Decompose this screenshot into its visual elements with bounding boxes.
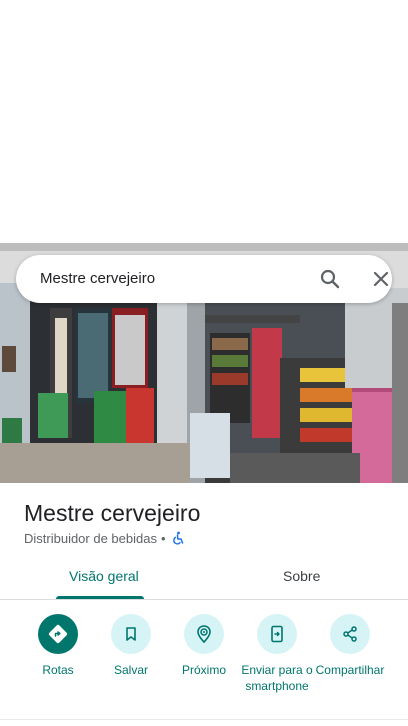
send-to-phone-button[interactable]: Enviar para o smartphone (237, 612, 317, 694)
directions-button[interactable]: Rotas (18, 612, 98, 678)
tab-overview[interactable]: Visão geral (69, 568, 139, 584)
place-category-row: Distribuidor de bebidas • (24, 529, 185, 547)
search-icon[interactable] (318, 267, 342, 291)
separator-dot: • (160, 530, 166, 546)
divider (0, 719, 408, 720)
directions-label: Rotas (42, 663, 74, 677)
save-button[interactable]: Salvar (91, 612, 171, 678)
nearby-icon (184, 614, 224, 654)
search-input[interactable]: Mestre cervejeiro (40, 270, 155, 287)
bookmark-icon (111, 614, 151, 654)
place-title: Mestre cervejeiro (24, 500, 201, 526)
nearby-button[interactable]: Próximo (164, 612, 244, 678)
send-to-phone-label: Enviar para o smartphone (241, 663, 313, 693)
save-label: Salvar (113, 663, 148, 677)
wheelchair-accessible-icon (171, 531, 185, 545)
place-category: Distribuidor de bebidas (24, 530, 157, 546)
tab-about[interactable]: Sobre (283, 568, 320, 584)
close-icon[interactable] (369, 267, 393, 291)
map-area-blank (0, 0, 408, 243)
tab-bar: Visão geral Sobre (0, 560, 408, 600)
search-bar[interactable]: Mestre cervejeiro (16, 255, 392, 303)
nearby-label: Próximo (181, 663, 226, 677)
share-label: Compartilhar (315, 663, 385, 677)
share-icon (330, 614, 370, 654)
send-to-phone-icon (257, 614, 297, 654)
tab-selected-indicator (56, 596, 144, 599)
directions-icon (38, 614, 78, 654)
share-button[interactable]: Compartilhar (310, 612, 390, 678)
action-buttons: Rotas Salvar Próximo Enviar para o smart… (0, 612, 408, 712)
